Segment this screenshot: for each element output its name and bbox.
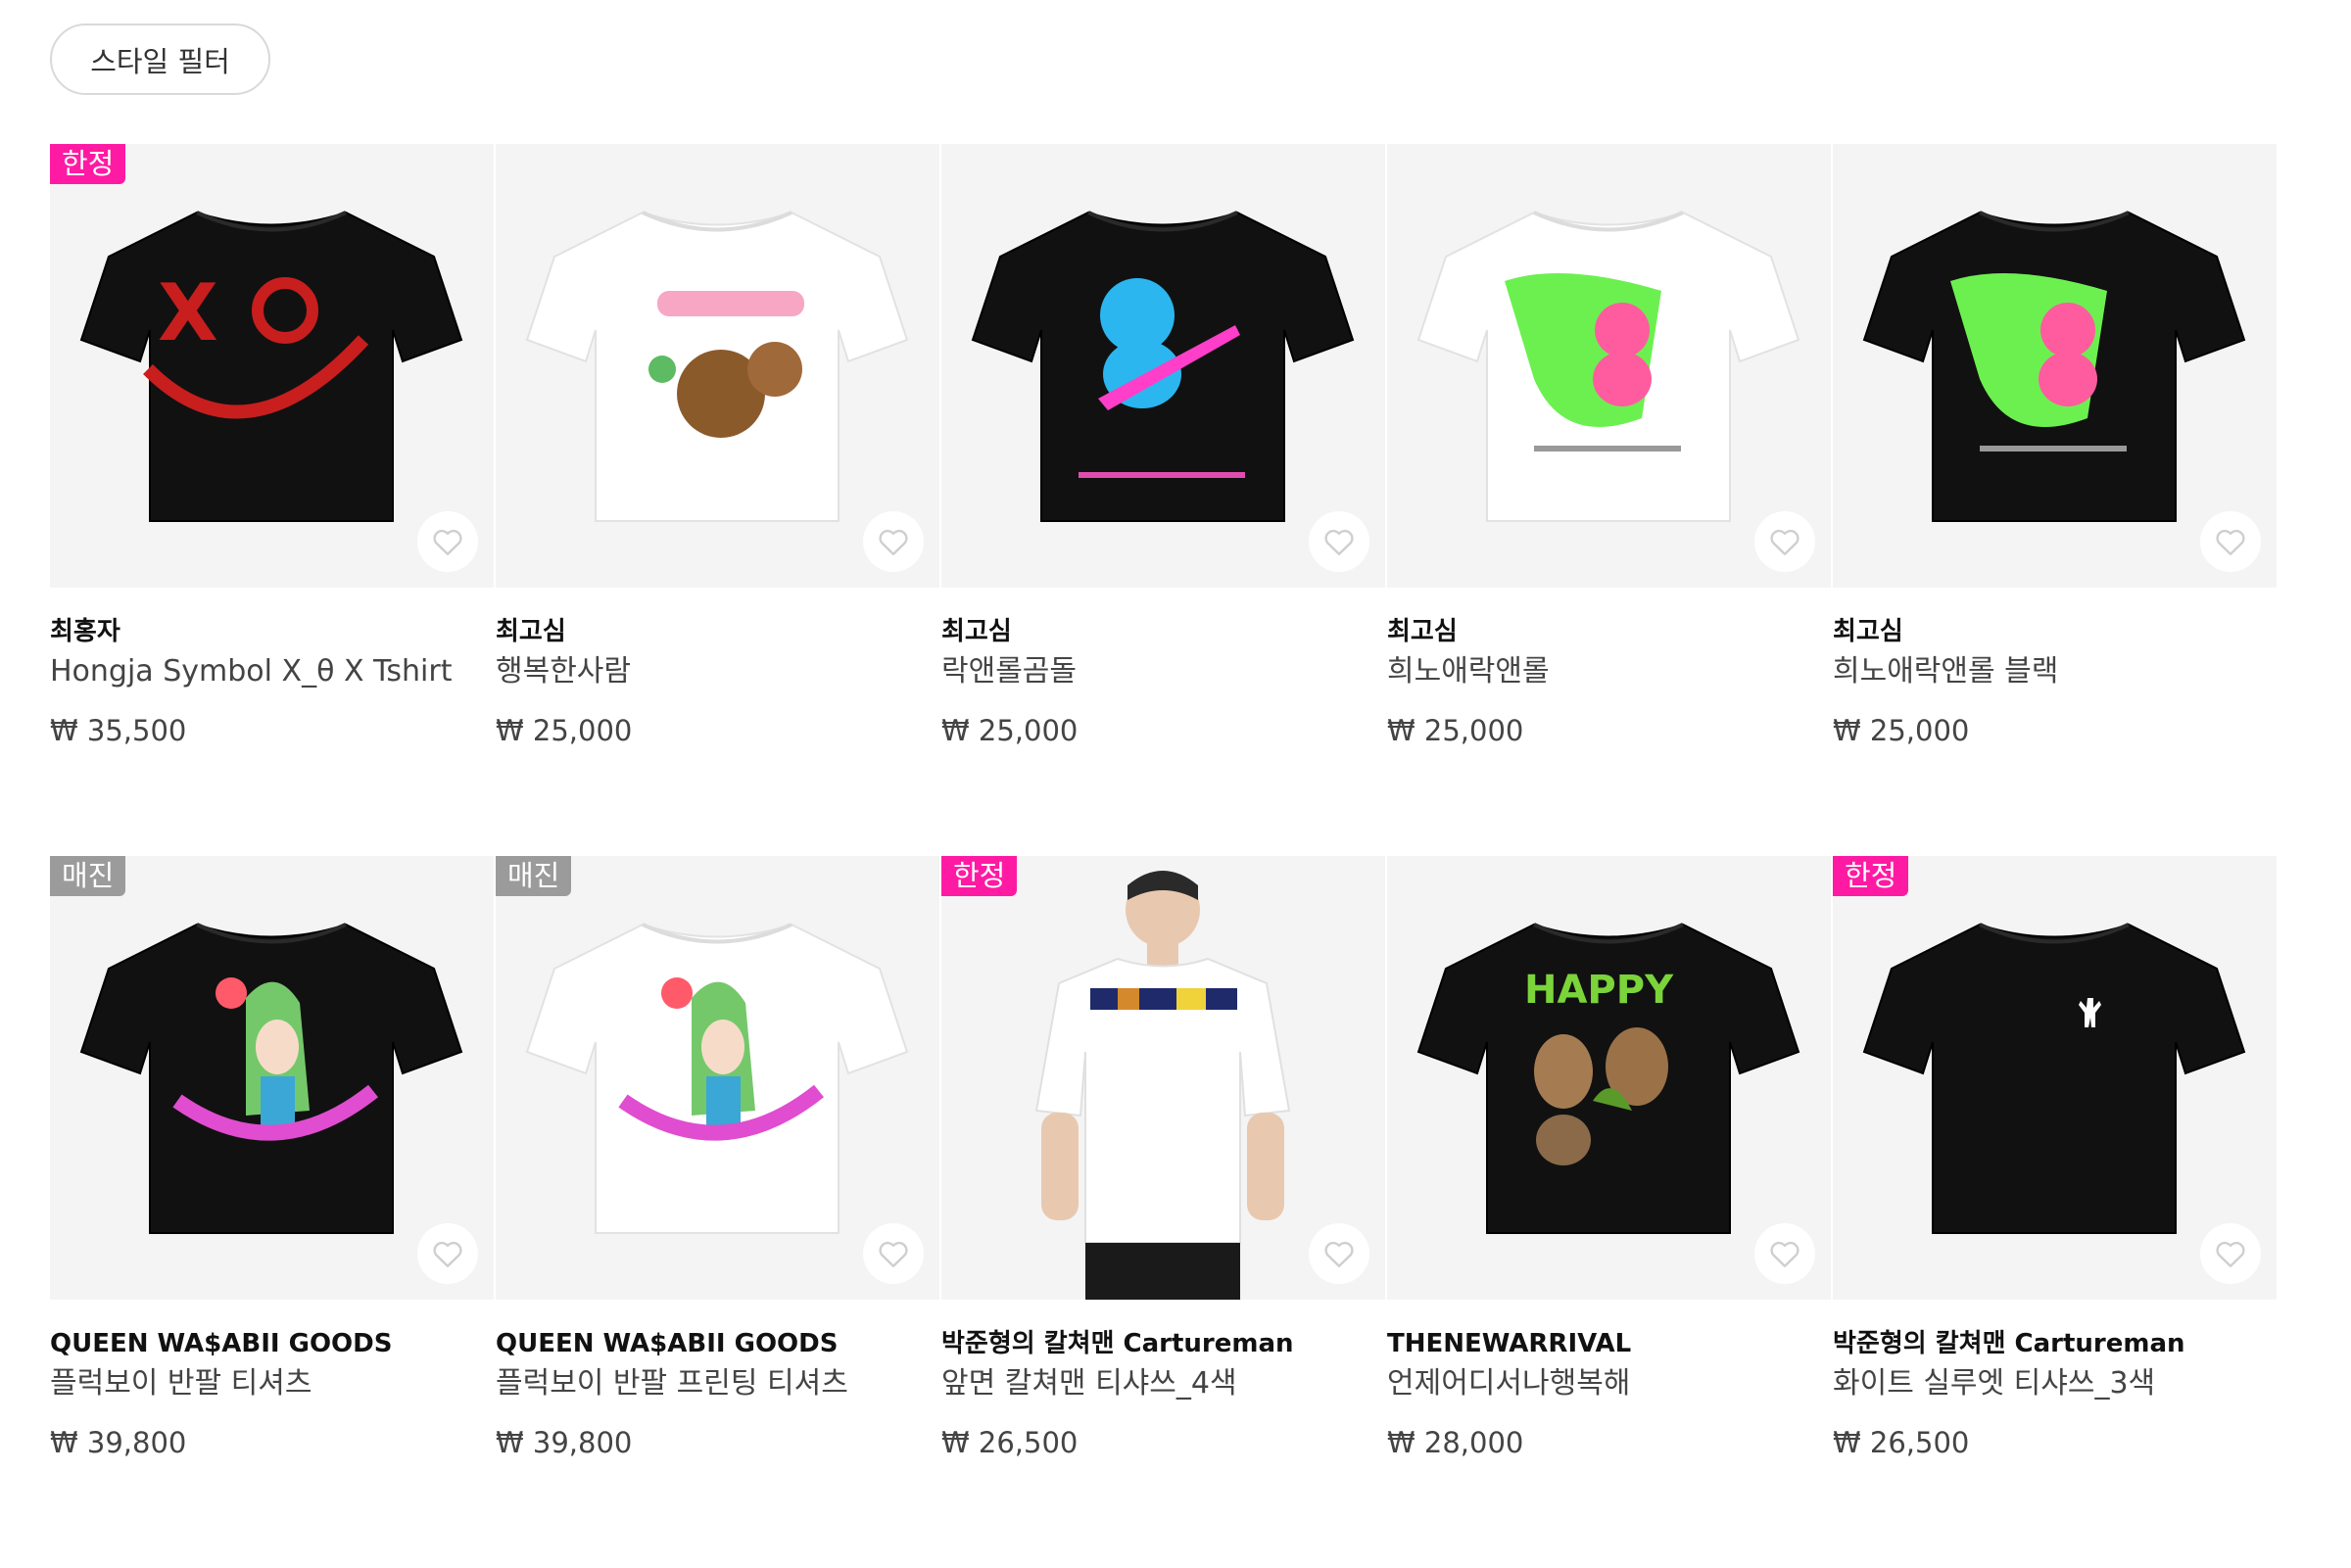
product-card[interactable]: HAPPY THENEWARRIVAL 언제어디서나행복해 ₩ 28,000 (1387, 856, 1833, 1568)
product-image[interactable]: X 한정 (50, 144, 494, 588)
product-price: ₩ 25,000 (941, 714, 1079, 747)
wishlist-button[interactable] (863, 511, 924, 572)
product-image[interactable] (941, 144, 1385, 588)
wishlist-button[interactable] (1309, 511, 1369, 572)
heart-icon (433, 1241, 462, 1267)
product-title[interactable]: 플럭보이 반팔 프린팅 티셔츠 (496, 1364, 941, 1403)
product-card[interactable]: 최고심희노애락앤롤 ₩ 25,000 (1387, 144, 1833, 856)
product-card[interactable]: 최고심행복한사람 ₩ 25,000 (496, 144, 941, 856)
wishlist-button[interactable] (2200, 511, 2261, 572)
product-price: ₩ 39,800 (496, 1426, 633, 1459)
product-card[interactable]: 최고심희노애락앤롤 블랙 ₩ 25,000 (1833, 144, 2279, 856)
limited-badge: 한정 (941, 856, 1018, 896)
soldout-badge: 매진 (496, 856, 572, 896)
seller-name[interactable]: 최고심 (941, 615, 1387, 648)
product-card[interactable]: 한정박준형의 칼쳐맨 Cartureman 화이트 실루엣 티샤쓰_3색 ₩ 26,… (1833, 856, 2279, 1568)
style-filter-button[interactable]: 스타일 필터 (50, 24, 270, 95)
product-card[interactable]: 한정박준형의 칼쳐맨 Cartureman 앞면 칼쳐맨 티샤쓰_4색 ₩ 26,5… (941, 856, 1387, 1568)
limited-badge: 한정 (50, 144, 126, 184)
wishlist-button[interactable] (1754, 1223, 1815, 1284)
seller-name[interactable]: 박준형의 칼쳐맨 Cartureman (941, 1327, 1387, 1360)
product-price: ₩ 39,800 (50, 1426, 187, 1459)
product-card[interactable]: 최고심락앤롤곰돌 ₩ 25,000 (941, 144, 1387, 856)
wishlist-button[interactable] (417, 511, 478, 572)
product-title[interactable]: 플럭보이 반팔 티셔츠 (50, 1364, 496, 1403)
svg-text:X: X (158, 267, 218, 358)
product-title[interactable]: 희노애락앤롤 (1387, 652, 1833, 691)
seller-name[interactable]: THENEWARRIVAL (1387, 1327, 1833, 1360)
heart-icon (1770, 1241, 1799, 1267)
product-image[interactable] (1833, 144, 2277, 588)
product-title[interactable]: 락앤롤곰돌 (941, 652, 1387, 691)
seller-name[interactable]: 최홍자 (50, 615, 496, 648)
product-price: ₩ 25,000 (1387, 714, 1524, 747)
product-title[interactable]: 화이트 실루엣 티샤쓰_3색 (1833, 1364, 2279, 1403)
product-price: ₩ 25,000 (1833, 714, 1970, 747)
wishlist-button[interactable] (417, 1223, 478, 1284)
product-price: ₩ 28,000 (1387, 1426, 1524, 1459)
product-price: ₩ 26,500 (1833, 1426, 1970, 1459)
product-title[interactable]: Hongja Symbol X_θ X Tshirt (50, 652, 496, 691)
product-title[interactable]: 희노애락앤롤 블랙 (1833, 652, 2279, 691)
product-image[interactable]: 매진 (496, 856, 939, 1300)
product-price: ₩ 26,500 (941, 1426, 1079, 1459)
product-grid: X 한정 최홍자 Hongja Symbol X_θ X Tshirt ₩ 35,500… (50, 144, 2279, 1568)
wishlist-button[interactable] (1754, 511, 1815, 572)
seller-name[interactable]: QUEEN WA$ABII GOODS (50, 1327, 496, 1360)
wishlist-button[interactable] (863, 1223, 924, 1284)
heart-icon (879, 1241, 908, 1267)
product-title[interactable]: 앞면 칼쳐맨 티샤쓰_4색 (941, 1364, 1387, 1403)
wishlist-button[interactable] (2200, 1223, 2261, 1284)
seller-name[interactable]: 박준형의 칼쳐맨 Cartureman (1833, 1327, 2279, 1360)
product-image[interactable]: HAPPY (1387, 856, 1831, 1300)
seller-name[interactable]: 최고심 (1833, 615, 2279, 648)
heart-icon (1324, 1241, 1354, 1267)
heart-icon (2216, 529, 2245, 555)
heart-icon (433, 529, 462, 555)
seller-name[interactable]: 최고심 (496, 615, 941, 648)
heart-icon (1324, 529, 1354, 555)
product-image[interactable] (496, 144, 939, 588)
product-price: ₩ 35,500 (50, 714, 187, 747)
product-title[interactable]: 행복한사람 (496, 652, 941, 691)
wishlist-button[interactable] (1309, 1223, 1369, 1284)
product-image[interactable]: 한정 (941, 856, 1385, 1300)
product-card[interactable]: 매진 QUEEN WA$ABII GOODS 플럭보이 반팔 티셔츠 ₩ 39,800 (50, 856, 496, 1568)
heart-icon (879, 529, 908, 555)
product-image[interactable]: 매진 (50, 856, 494, 1300)
product-card[interactable]: 매진 QUEEN WA$ABII GOODS 플럭보이 반팔 프린팅 티셔츠 ₩ 39… (496, 856, 941, 1568)
product-title[interactable]: 언제어디서나행복해 (1387, 1364, 1833, 1403)
limited-badge: 한정 (1833, 856, 1909, 896)
seller-name[interactable]: 최고심 (1387, 615, 1833, 648)
soldout-badge: 매진 (50, 856, 126, 896)
product-price: ₩ 25,000 (496, 714, 633, 747)
svg-text:HAPPY: HAPPY (1524, 968, 1674, 1013)
product-image[interactable]: 한정 (1833, 856, 2277, 1300)
seller-name[interactable]: QUEEN WA$ABII GOODS (496, 1327, 941, 1360)
heart-icon (1770, 529, 1799, 555)
product-card[interactable]: X 한정최홍자 Hongja Symbol X_θ X Tshirt ₩ 35,500 (50, 144, 496, 856)
product-image[interactable] (1387, 144, 1831, 588)
heart-icon (2216, 1241, 2245, 1267)
